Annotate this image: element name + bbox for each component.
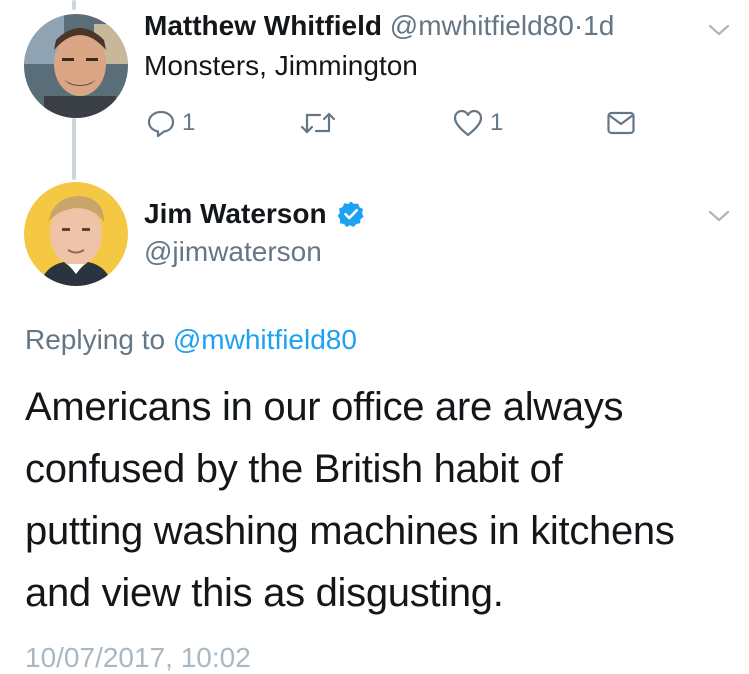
replying-to: Replying to @mwhitfield80	[25, 324, 357, 356]
like-icon	[453, 109, 483, 137]
tweet-body-line: and view this as disgusting.	[25, 571, 504, 615]
thread-line-top	[72, 0, 76, 10]
action-bar: 1 1	[144, 108, 664, 140]
parent-tweet-header: Matthew Whitfield @mwhitfield80·1d	[144, 10, 614, 42]
parent-tweet-text: Monsters, Jimmington	[144, 50, 418, 81]
thread-line-middle	[72, 118, 76, 180]
reply-count: 1	[182, 109, 196, 136]
avatar[interactable]	[24, 182, 128, 286]
like-button[interactable]: 1	[452, 108, 503, 138]
reply-icon	[147, 110, 175, 138]
direct-message-button[interactable]	[606, 108, 636, 138]
author-name-row: Jim Waterson	[144, 198, 365, 230]
verified-badge-icon	[337, 201, 364, 227]
chevron-down-icon[interactable]	[707, 208, 731, 224]
tweet-body: Americans in our office are always confu…	[25, 376, 735, 624]
tweet-body-line: Americans in our office are always	[25, 385, 624, 429]
reply-button[interactable]: 1	[146, 108, 195, 138]
retweet-icon	[300, 112, 336, 134]
author-handle[interactable]: @jimwaterson	[144, 236, 322, 268]
tweet-timestamp[interactable]: 10/07/2017, 10:02	[25, 642, 251, 674]
separator-dot: ·	[573, 10, 584, 41]
author-name[interactable]: Jim Waterson	[144, 198, 327, 230]
author-handle[interactable]: @mwhitfield80	[390, 10, 574, 41]
direct-message-icon	[607, 111, 635, 135]
time-ago[interactable]: 1d	[583, 10, 614, 41]
replying-to-mention[interactable]: @mwhitfield80	[173, 324, 357, 355]
tweet-body-line: confused by the British habit of	[25, 447, 563, 491]
chevron-down-icon[interactable]	[707, 22, 731, 38]
tweet-body-line: putting washing machines in kitchens	[25, 509, 675, 553]
replying-to-prefix: Replying to	[25, 324, 166, 355]
avatar[interactable]	[24, 14, 128, 118]
like-count: 1	[490, 109, 504, 136]
retweet-button[interactable]	[300, 108, 336, 138]
author-name[interactable]: Matthew Whitfield	[144, 10, 382, 41]
